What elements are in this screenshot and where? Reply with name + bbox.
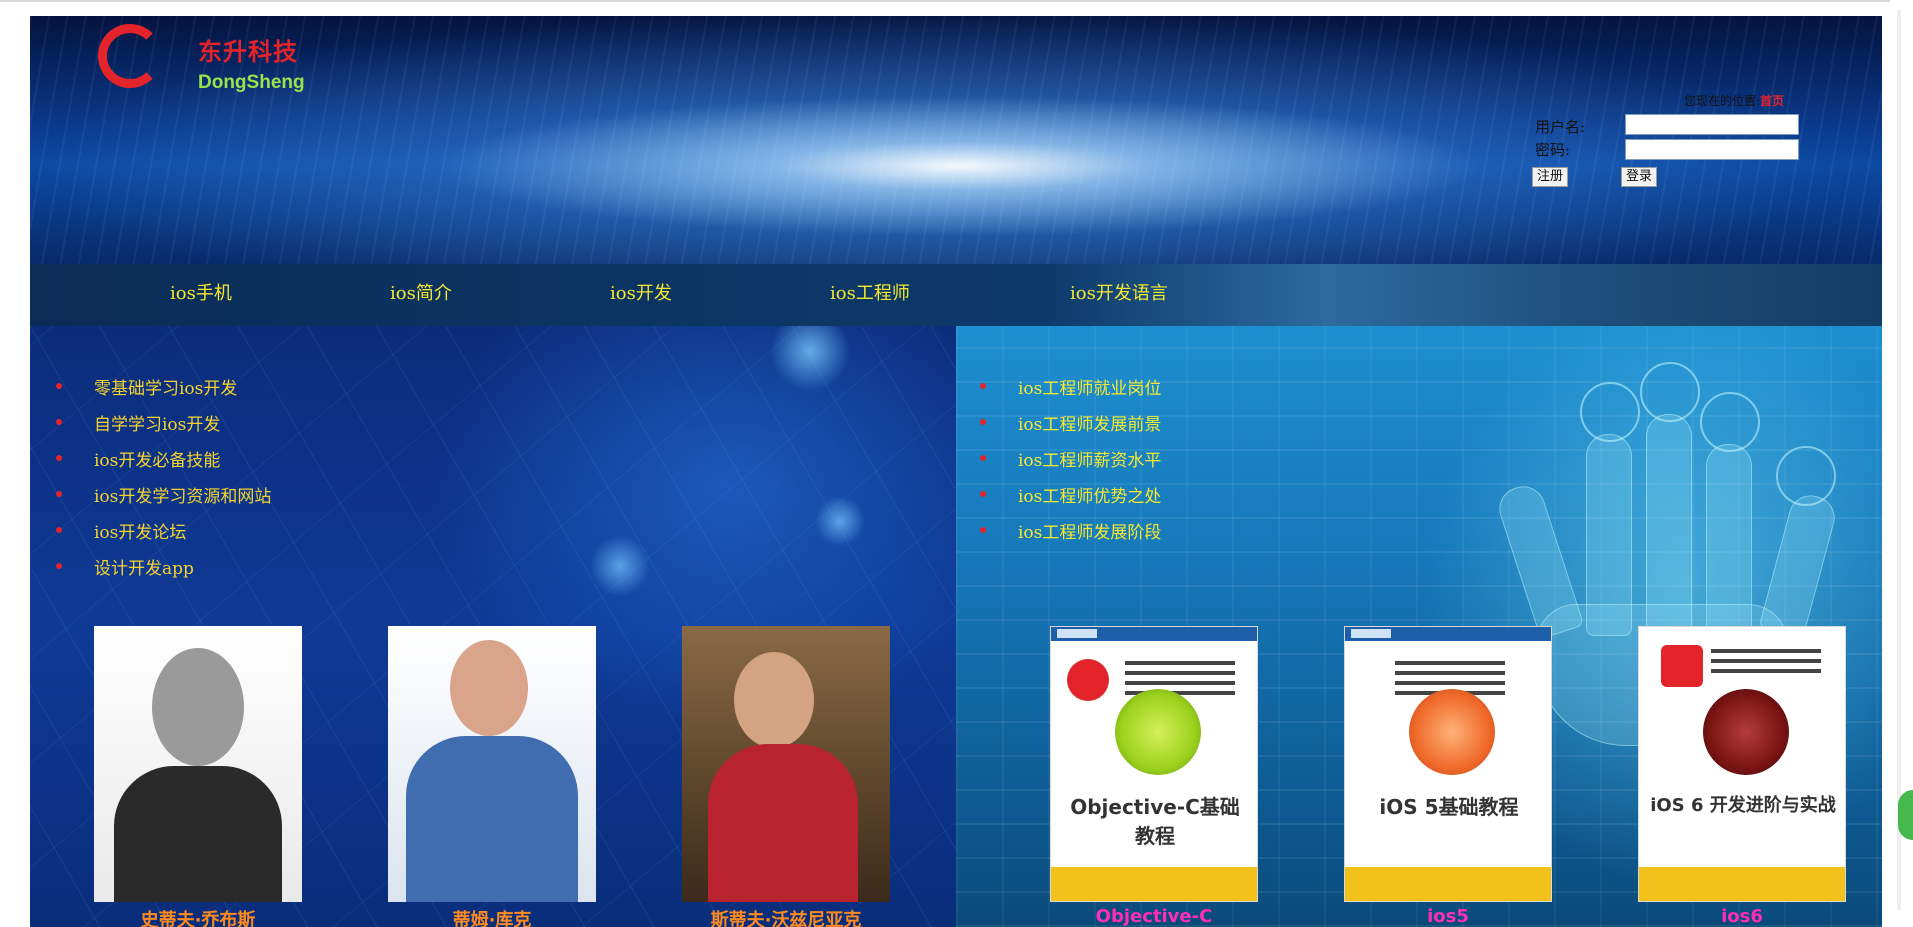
badge-icon [1661,645,1703,687]
password-input[interactable] [1625,139,1799,160]
book-cover-title: iOS 5基础教程 [1379,795,1519,819]
bullet-icon [56,491,62,497]
badge-icon [1067,659,1109,701]
person-body-shape [708,744,858,902]
site-container: 东升科技 DongSheng 您现在的位置:首页 用户名: 密码: 注册 登录 … [30,16,1882,927]
nav-item-ios-dev[interactable]: ios开发 [610,264,672,326]
bullet-icon [980,419,986,425]
header-banner: 东升科技 DongSheng 您现在的位置:首页 用户名: 密码: 注册 登录 [30,16,1882,264]
nav-item-ios-engineer[interactable]: ios工程师 [830,264,910,326]
bullet-icon [980,455,986,461]
book-caption-objc: Objective-C [1095,906,1213,927]
window-top-border [0,0,1913,2]
logo-text-cn: 东升科技 [198,38,298,66]
logo[interactable]: 东升科技 DongSheng [98,24,308,104]
person-head-shape [450,640,528,736]
scrollbar-thumb[interactable] [1897,10,1901,910]
orange-icon [1409,689,1495,775]
book-caption-ios5: ios5 [1427,906,1469,927]
person-caption-cook: 蒂姆·库克 [452,910,532,927]
person-caption-jobs: 史蒂夫·乔布斯 [140,910,256,927]
left-panel: 零基础学习ios开发 自学学习ios开发 ios开发必备技能 ios开发学习资源… [30,326,956,927]
breadcrumb: 您现在的位置:首页 [1684,92,1784,109]
book-caption-ios6: ios6 [1721,906,1763,927]
person-photo-wozniak[interactable] [682,626,890,902]
person-body-shape [406,736,578,902]
password-label: 密码: [1535,141,1571,159]
username-input[interactable] [1625,114,1799,135]
logo-c-icon [98,24,162,88]
bullet-icon [56,455,62,461]
person-photo-jobs[interactable] [94,626,302,902]
floating-widget-icon[interactable] [1898,790,1913,840]
main-content: 零基础学习ios开发 自学学习ios开发 ios开发必备技能 ios开发学习资源… [30,326,1882,927]
right-panel: ios工程师就业岗位 ios工程师发展前景 ios工程师薪资水平 ios工程师优… [956,326,1882,927]
main-nav: ios手机 ios简介 ios开发 ios工程师 ios开发语言 [30,264,1882,326]
login-button[interactable]: 登录 [1621,167,1658,187]
book-cover-title: iOS 6 开发进阶与实战 [1650,795,1836,816]
logo-text-en: DongSheng [198,72,305,93]
blood-orange-icon [1703,689,1789,775]
bullet-icon [56,383,62,389]
bullet-icon [56,563,62,569]
book-cover-ios6[interactable]: iOS 6 开发进阶与实战 [1638,626,1846,902]
breadcrumb-home-link[interactable]: 首页 [1760,94,1784,108]
bullet-icon [980,491,986,497]
person-caption-wozniak: 斯蒂夫·沃兹尼亚克 [710,910,862,927]
register-button[interactable]: 注册 [1532,167,1569,187]
book-cover-ios5[interactable]: iOS 5基础教程 [1344,626,1552,902]
nav-item-ios-intro[interactable]: ios简介 [390,264,452,326]
person-body-shape [114,766,282,902]
nav-item-ios-phone[interactable]: ios手机 [170,264,232,326]
bullet-icon [980,383,986,389]
bullet-icon [980,527,986,533]
vertical-scrollbar[interactable] [1890,0,1913,927]
bullet-icon [56,527,62,533]
person-head-shape [734,652,814,748]
breadcrumb-prefix: 您现在的位置: [1684,94,1761,108]
lime-icon [1115,689,1201,775]
person-photo-cook[interactable] [388,626,596,902]
username-label: 用户名: [1535,118,1586,136]
book-cover-title: Objective-C基础教程 [1070,795,1240,848]
book-cover-objc[interactable]: Objective-C基础教程 [1050,626,1258,902]
bullet-icon [56,419,62,425]
login-form: 用户名: 密码: 注册 登录 [1532,114,1799,196]
nav-item-ios-language[interactable]: ios开发语言 [1070,264,1168,326]
person-head-shape [152,648,244,766]
